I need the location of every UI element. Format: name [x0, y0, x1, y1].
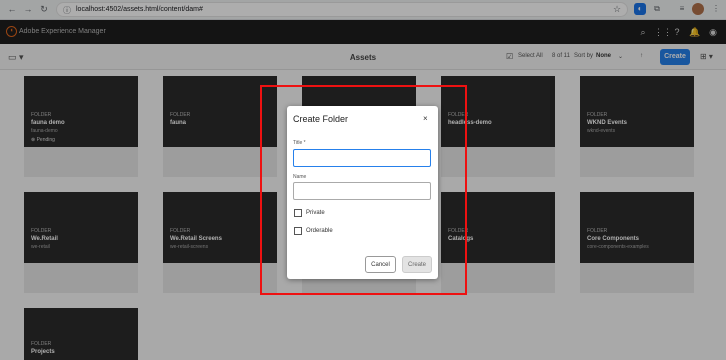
highlight-box [260, 85, 467, 295]
